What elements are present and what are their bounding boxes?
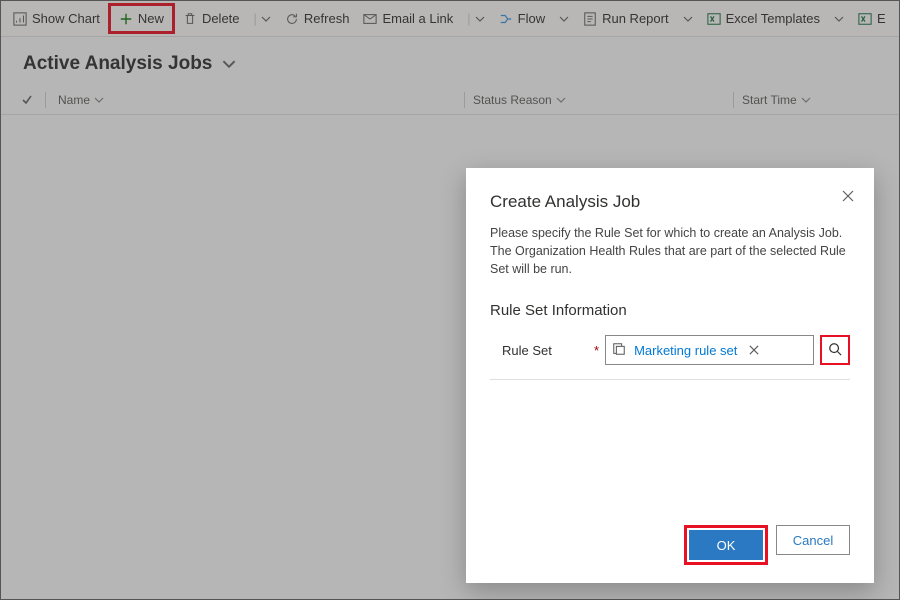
create-analysis-job-dialog: Create Analysis Job Please specify the R… xyxy=(466,168,874,583)
email-link-label: Email a Link xyxy=(382,11,453,26)
plus-icon xyxy=(119,12,133,26)
email-link-button[interactable]: Email a Link xyxy=(357,7,459,30)
report-icon xyxy=(583,12,597,26)
search-icon xyxy=(828,342,842,359)
clear-lookup-button[interactable] xyxy=(745,341,763,360)
excel-icon xyxy=(707,12,721,26)
flow-label: Flow xyxy=(518,11,545,26)
chevron-down-icon xyxy=(801,95,811,105)
column-header-name[interactable]: Name xyxy=(54,93,464,107)
column-headers: Name Status Reason Start Time xyxy=(1,85,899,115)
column-header-start-time[interactable]: Start Time xyxy=(742,93,879,107)
excel-templates-label: Excel Templates xyxy=(726,11,820,26)
status-label: Status Reason xyxy=(473,93,552,107)
chevron-down-icon xyxy=(94,95,104,105)
name-label: Name xyxy=(58,93,90,107)
dialog-section-title: Rule Set Information xyxy=(490,302,850,319)
flow-button[interactable]: Flow xyxy=(493,7,551,30)
dialog-footer: OK Cancel xyxy=(490,525,850,565)
chart-icon xyxy=(13,12,27,26)
lookup-search-button[interactable] xyxy=(820,335,850,365)
trash-icon xyxy=(183,12,197,26)
excel-templates-chevron[interactable] xyxy=(828,10,850,28)
run-report-label: Run Report xyxy=(602,11,668,26)
rule-set-lookup[interactable]: Marketing rule set xyxy=(605,335,814,365)
refresh-button[interactable]: Refresh xyxy=(279,7,356,30)
run-report-chevron[interactable] xyxy=(677,10,699,28)
dialog-description: Please specify the Rule Set for which to… xyxy=(490,224,850,278)
dialog-close-button[interactable] xyxy=(838,186,858,206)
email-link-split-button[interactable]: | xyxy=(461,7,490,30)
selected-rule-set-text: Marketing rule set xyxy=(634,343,737,358)
cancel-button[interactable]: Cancel xyxy=(776,525,850,555)
rule-set-label: Rule Set xyxy=(490,343,590,358)
cancel-label: Cancel xyxy=(793,533,833,548)
show-chart-button[interactable]: Show Chart xyxy=(7,7,106,30)
excel-export-button[interactable]: E xyxy=(852,7,886,30)
excel-export-label: E xyxy=(877,11,886,26)
selected-rule-set[interactable]: Marketing rule set xyxy=(630,341,741,360)
ok-label: OK xyxy=(717,538,736,553)
view-selector-chevron[interactable] xyxy=(222,57,236,71)
rule-set-field-row: Rule Set * Marketing rule set xyxy=(490,335,850,365)
ok-button[interactable]: OK xyxy=(689,530,763,560)
delete-button[interactable]: Delete xyxy=(177,7,246,30)
view-title: Active Analysis Jobs xyxy=(23,53,212,75)
start-time-label: Start Time xyxy=(742,93,797,107)
flow-chevron[interactable] xyxy=(553,10,575,28)
dialog-title: Create Analysis Job xyxy=(490,192,850,212)
excel-export-icon xyxy=(858,12,872,26)
excel-templates-button[interactable]: Excel Templates xyxy=(701,7,826,30)
chevron-down-icon xyxy=(556,95,566,105)
column-separator xyxy=(733,92,734,108)
column-header-status[interactable]: Status Reason xyxy=(473,93,733,107)
new-button[interactable]: New xyxy=(113,7,170,30)
select-all-column[interactable] xyxy=(21,94,45,106)
ok-button-highlight: OK xyxy=(684,525,768,565)
email-icon xyxy=(363,12,377,26)
show-chart-label: Show Chart xyxy=(32,11,100,26)
column-separator xyxy=(45,92,46,108)
flow-icon xyxy=(499,12,513,26)
delete-label: Delete xyxy=(202,11,240,26)
new-button-highlight: New xyxy=(108,3,175,34)
run-report-button[interactable]: Run Report xyxy=(577,7,674,30)
refresh-icon xyxy=(285,12,299,26)
new-label: New xyxy=(138,11,164,26)
delete-split-button[interactable]: | xyxy=(248,7,277,30)
required-indicator: * xyxy=(594,343,599,358)
refresh-label: Refresh xyxy=(304,11,350,26)
command-bar: Show Chart New Delete | Refresh Email a … xyxy=(1,1,899,37)
divider xyxy=(490,379,850,380)
view-header: Active Analysis Jobs xyxy=(1,37,899,85)
entity-icon xyxy=(612,342,626,359)
column-separator xyxy=(464,92,465,108)
